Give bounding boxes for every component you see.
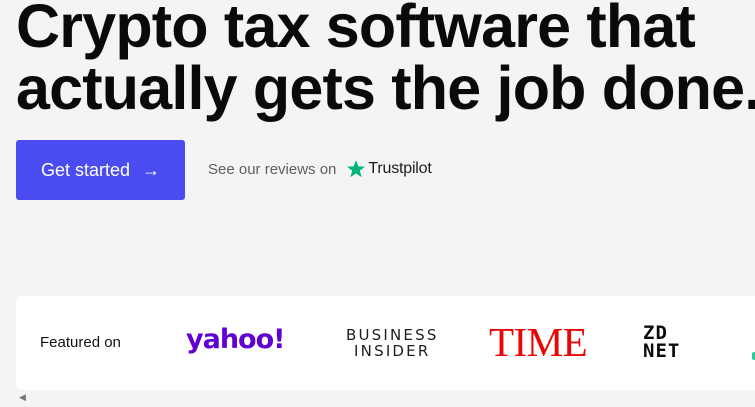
star-icon <box>347 160 366 178</box>
hero-title-line-1: Crypto tax software that <box>16 0 696 60</box>
trustpilot-link[interactable]: Trustpilot <box>346 159 432 179</box>
get-started-button[interactable]: Get started → <box>16 140 185 200</box>
time-logo: TIME <box>489 319 588 365</box>
featured-on-label: Featured on <box>40 334 121 351</box>
arrow-right-icon: → <box>142 160 161 180</box>
reviews-line: See our reviews on Trustpilot <box>208 154 432 184</box>
business-insider-line-1: BUSINESS <box>346 326 439 344</box>
yahoo-logo: yahoo! <box>186 324 285 355</box>
business-insider-line-2: INSIDER <box>354 342 431 360</box>
scroll-left-icon[interactable]: ◀ <box>19 392 26 402</box>
get-started-label: Get started <box>40 159 131 180</box>
hero-title-line-2: actually gets the job done. <box>16 54 755 122</box>
featured-on-section: Featured on yahoo! BUSINESS INSIDER TIME… <box>16 296 755 390</box>
zdnet-logo: ZD NET <box>643 324 681 362</box>
business-insider-logo: BUSINESS INSIDER <box>346 327 439 359</box>
hero-title: Crypto tax software that actually gets t… <box>16 0 755 119</box>
trustpilot-label: Trustpilot <box>368 160 432 177</box>
zdnet-line-2: NET <box>643 340 681 362</box>
reviews-prefix: See our reviews on <box>208 160 337 178</box>
